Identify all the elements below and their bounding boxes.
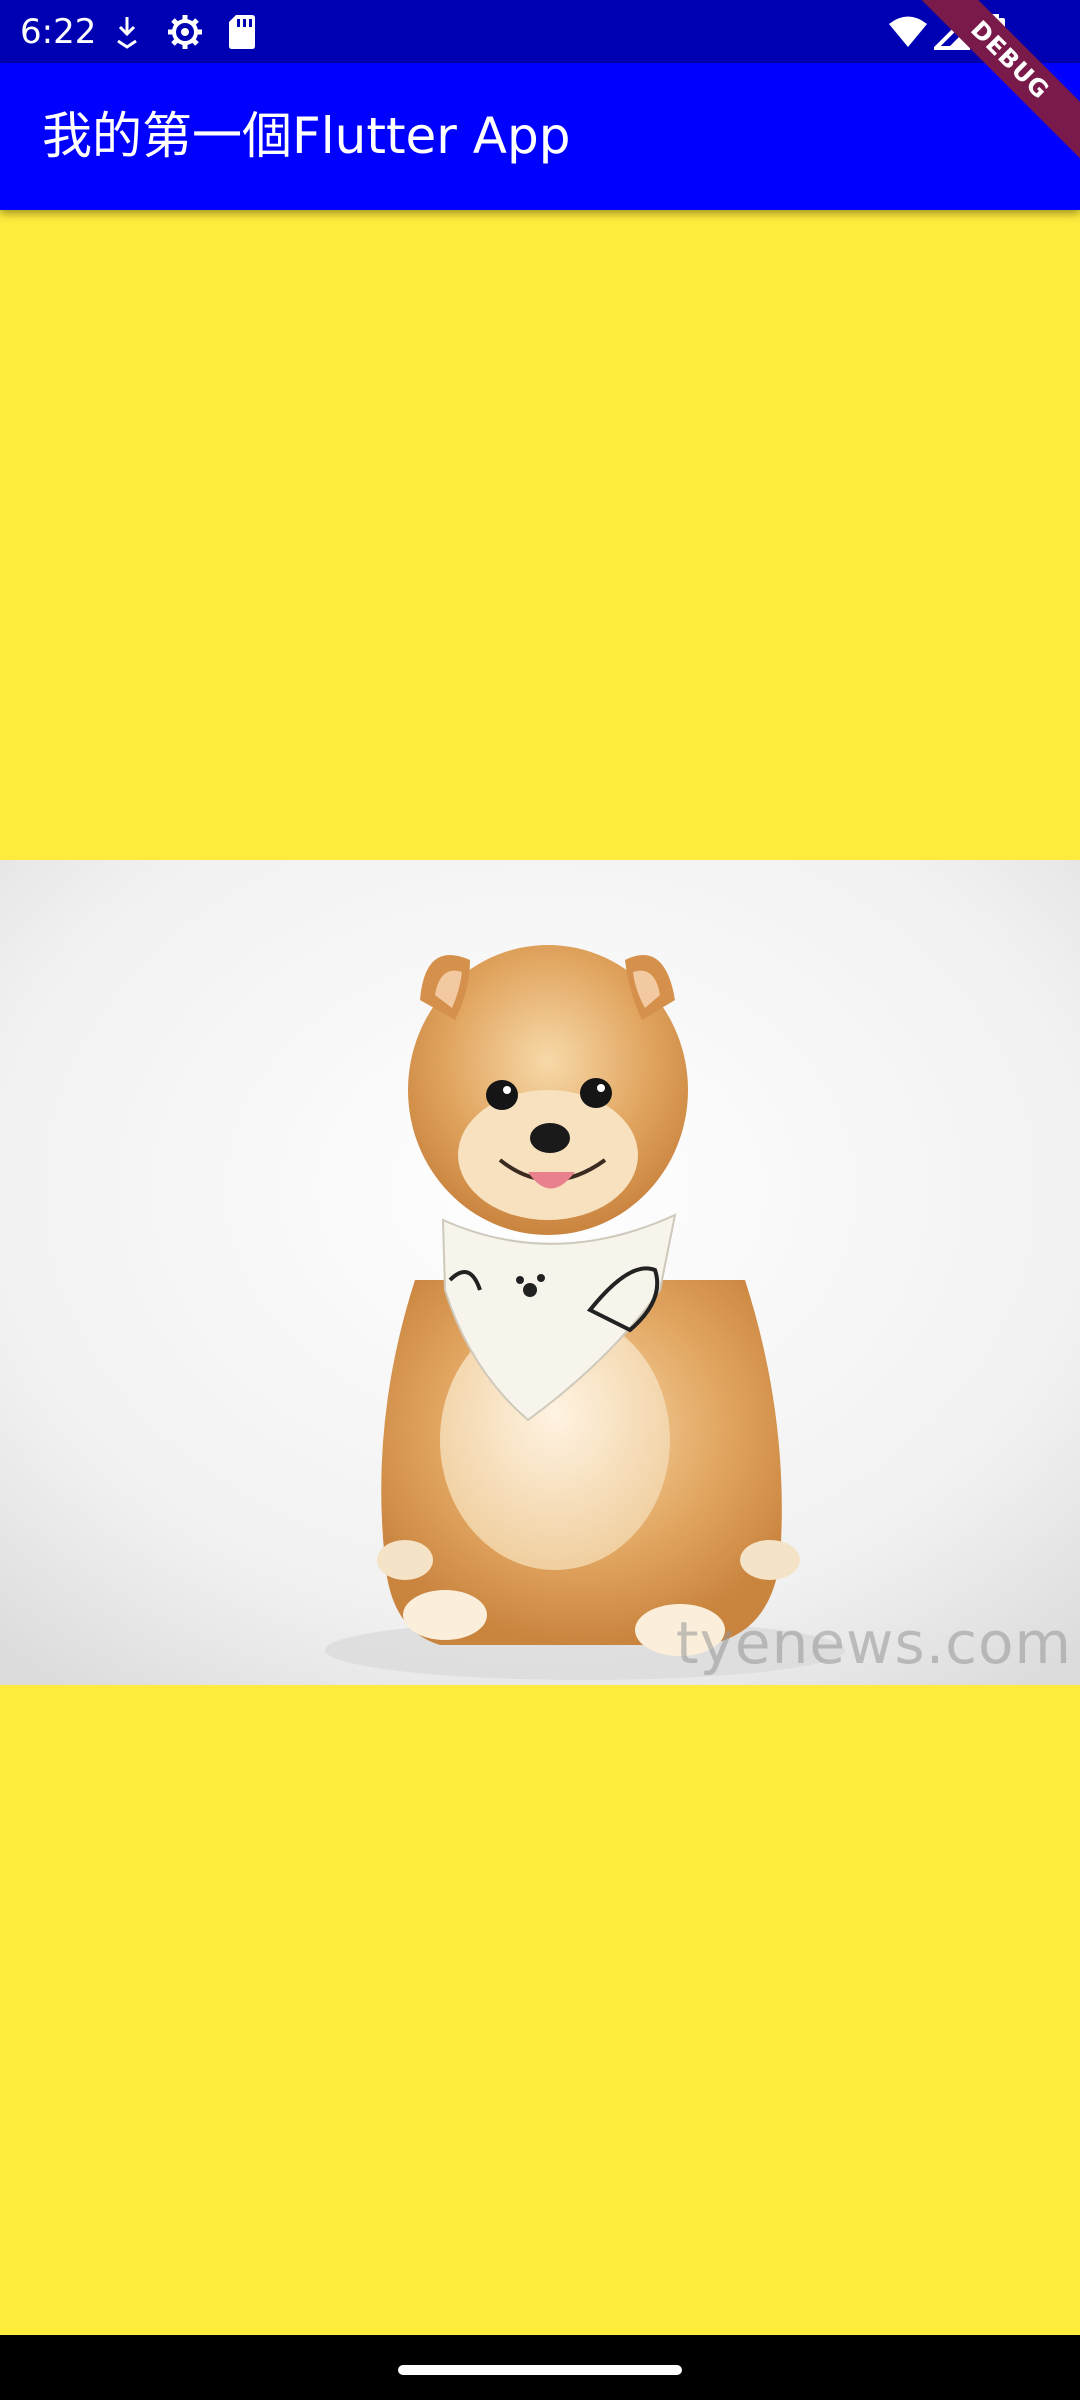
cell-signal-icon — [934, 13, 970, 50]
status-time: 6:22 — [20, 12, 97, 52]
sd-card-icon — [229, 15, 255, 49]
home-gesture-handle[interactable] — [398, 2365, 682, 2375]
pomeranian-dog-image — [0, 860, 1080, 1685]
settings-icon — [168, 15, 202, 49]
page-body: tyenews.com — [0, 210, 1080, 2335]
wifi-icon — [889, 16, 927, 47]
battery-icon — [983, 14, 1005, 50]
status-bar: 6:22 — [0, 0, 1080, 63]
image-watermark: tyenews.com — [675, 1609, 1072, 1677]
system-nav-bar — [0, 2335, 1080, 2400]
app-screen: 6:22 我的第一個Flutter App DEBUG tyenews.com — [0, 0, 1080, 2400]
dog-photo: tyenews.com — [0, 860, 1080, 1685]
download-icon — [117, 17, 137, 49]
app-bar: 我的第一個Flutter App — [0, 63, 1080, 210]
app-title: 我的第一個Flutter App — [42, 107, 571, 165]
